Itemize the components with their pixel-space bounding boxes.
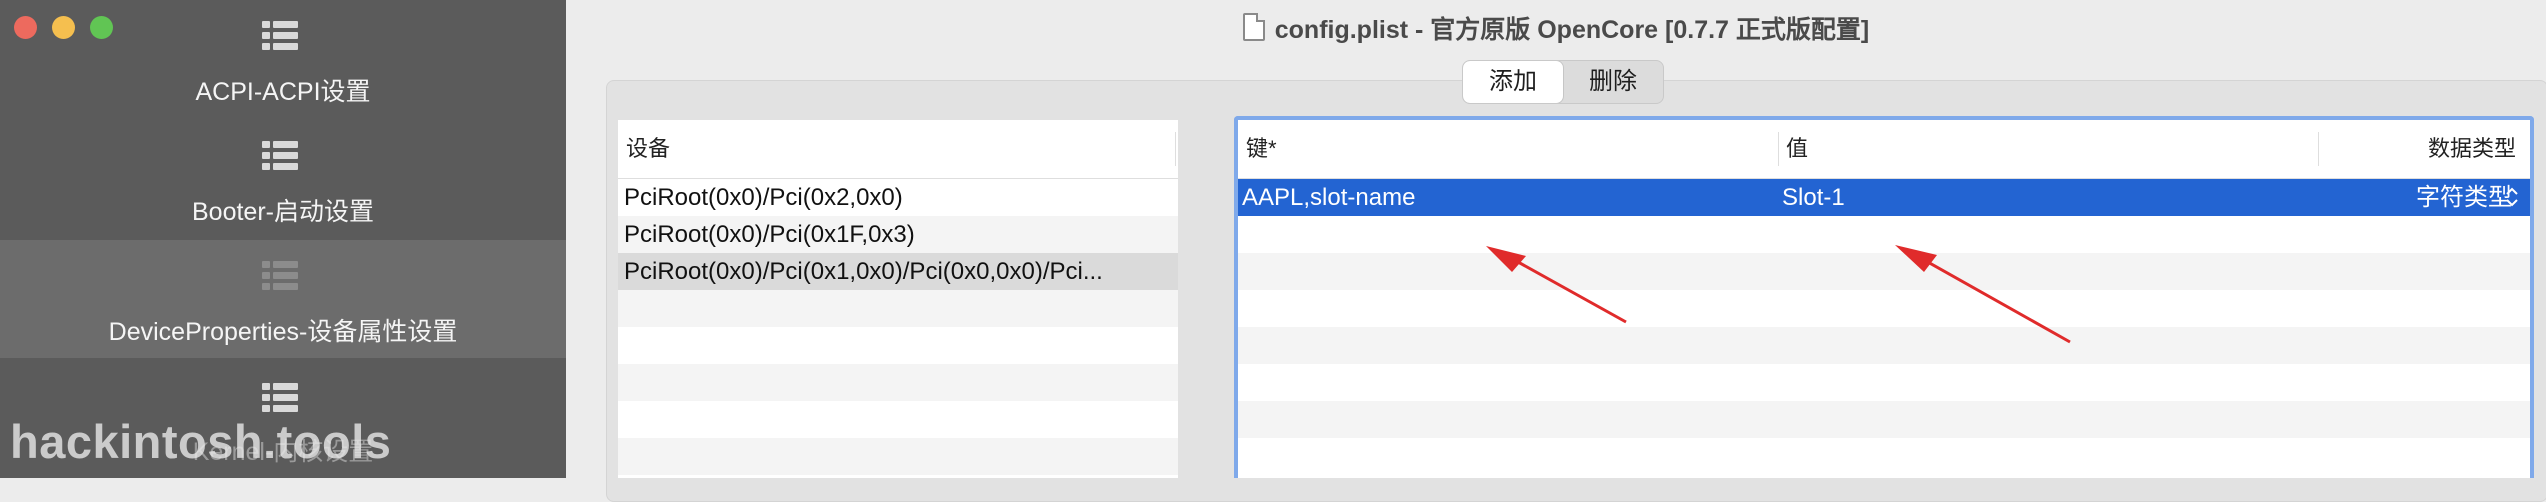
property-row-selected[interactable]: AAPL,slot-name Slot-1 字符类型 — [1238, 179, 2530, 216]
properties-table: 键* 值 数据类型 AAPL,slot-name Slot-1 字符类型 — [1234, 116, 2534, 478]
list-icon — [262, 21, 298, 50]
empty-row — [1238, 401, 2530, 438]
column-divider[interactable] — [1778, 132, 1779, 166]
properties-header: 键* 值 数据类型 — [1238, 120, 2530, 179]
add-delete-segmented-control: 添加 删除 — [1462, 60, 1664, 104]
device-row-selected[interactable]: PciRoot(0x0)/Pci(0x1,0x0)/Pci(0x0,0x0)/P… — [618, 253, 1178, 290]
chevron-up-down-icon[interactable] — [2504, 185, 2520, 209]
document-icon — [1242, 13, 1265, 41]
empty-row — [1238, 253, 2530, 290]
sidebar-item-label: ACPI-ACPI设置 — [195, 78, 371, 106]
device-row[interactable]: PciRoot(0x0)/Pci(0x1F,0x3) — [618, 216, 1178, 253]
column-divider[interactable] — [2318, 132, 2319, 166]
empty-row — [618, 438, 1178, 475]
empty-row — [1238, 290, 2530, 327]
device-table: 设备 PciRoot(0x0)/Pci(0x2,0x0) PciRoot(0x0… — [618, 120, 1178, 478]
add-button[interactable]: 添加 — [1463, 61, 1563, 103]
sidebar-item-label: Booter-启动设置 — [192, 198, 374, 226]
list-icon — [262, 261, 298, 290]
window-title-text: config.plist - 官方原版 OpenCore [0.7.7 正式版配… — [1274, 16, 1870, 44]
empty-row — [618, 327, 1178, 364]
list-icon — [262, 383, 298, 412]
property-type-select[interactable]: 字符类型 — [2416, 179, 2512, 216]
sidebar-item-booter[interactable]: Booter-启动设置 — [0, 120, 566, 238]
empty-row — [1238, 327, 2530, 364]
property-key[interactable]: AAPL,slot-name — [1242, 179, 1415, 216]
sidebar: ACPI-ACPI设置 Booter-启动设置 DeviceProperties… — [0, 0, 566, 478]
watermark: hackintosh.tools — [10, 415, 392, 468]
empty-row — [1238, 438, 2530, 475]
device-column-header[interactable]: 设备 — [618, 120, 1178, 179]
type-column-header[interactable]: 数据类型 — [2428, 120, 2516, 178]
list-icon — [262, 141, 298, 170]
sidebar-item-deviceproperties[interactable]: DeviceProperties-设备属性设置 — [0, 240, 566, 358]
sidebar-item-label: DeviceProperties-设备属性设置 — [108, 318, 458, 346]
sidebar-item-acpi[interactable]: ACPI-ACPI设置 — [0, 0, 566, 118]
main-area: config.plist - 官方原版 OpenCore [0.7.7 正式版配… — [566, 0, 2546, 502]
empty-row — [1238, 216, 2530, 253]
empty-row — [618, 364, 1178, 401]
window-title: config.plist - 官方原版 OpenCore [0.7.7 正式版配… — [566, 10, 2546, 46]
value-column-header[interactable]: 值 — [1786, 120, 1808, 178]
property-value[interactable]: Slot-1 — [1782, 179, 1845, 216]
delete-button[interactable]: 删除 — [1563, 61, 1663, 103]
key-column-header[interactable]: 键* — [1246, 120, 1277, 178]
empty-row — [618, 401, 1178, 438]
empty-row — [618, 290, 1178, 327]
empty-row — [1238, 364, 2530, 401]
device-row[interactable]: PciRoot(0x0)/Pci(0x2,0x0) — [618, 179, 1178, 216]
